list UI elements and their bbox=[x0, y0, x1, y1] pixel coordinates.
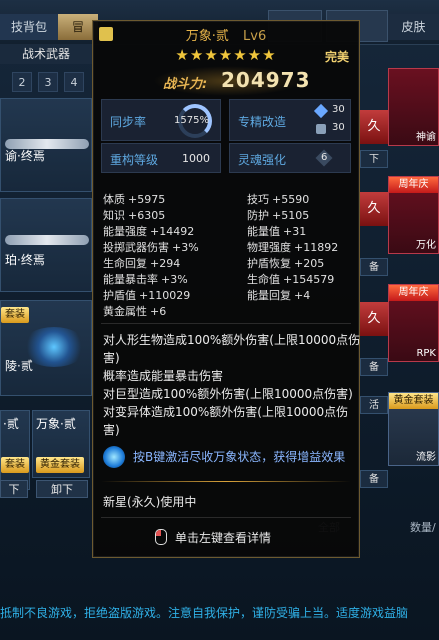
tab-backpack[interactable]: 技背包 bbox=[0, 14, 58, 40]
subtab-tactical-weapon[interactable]: 战术武器 bbox=[0, 44, 92, 64]
duration-badge: 久 bbox=[360, 302, 388, 336]
quantity-label: 数量/ bbox=[410, 521, 436, 534]
stat-row: 生命回复 +294 bbox=[103, 257, 181, 270]
activate-skill-icon bbox=[103, 446, 125, 468]
stat-row: 物理强度 +11892 bbox=[247, 241, 339, 254]
shop-card-ribbon: 黄金套装 bbox=[389, 393, 438, 409]
power-label: 战斗力: bbox=[163, 77, 208, 92]
specialization-box[interactable]: 专精改造 30 30 bbox=[229, 99, 351, 141]
side-button[interactable]: 备 bbox=[360, 358, 388, 376]
activate-hint: 按B键激活尽收万象状态，获得增益效果 bbox=[133, 450, 346, 464]
weapon-name: 谕·终焉 bbox=[5, 149, 45, 163]
glow-divider bbox=[101, 481, 351, 482]
stat-row: 黄金属性 +6 bbox=[103, 305, 167, 318]
weapon-image bbox=[5, 235, 89, 245]
star-rating: ★★★★★★★ bbox=[175, 46, 277, 64]
set-tag: 黄金套装 bbox=[36, 457, 84, 473]
stat-row: 防护 +5105 bbox=[247, 209, 310, 222]
power-value: 204973 bbox=[221, 68, 311, 92]
weapon-card-2[interactable]: 珀·终焉 bbox=[0, 198, 92, 292]
spec-value-2: 30 bbox=[332, 122, 345, 133]
unequip-button-1[interactable]: 下 bbox=[0, 480, 28, 498]
tab-skin[interactable]: 皮肤 bbox=[388, 14, 439, 40]
sync-rate-value: 1575% bbox=[174, 115, 209, 126]
anti-addiction-notice: 抵制不良游戏，拒绝盗版游戏。注意自我保护，谨防受骗上当。适度游戏益脑 bbox=[0, 606, 409, 620]
weapon-name: 陵·贰 bbox=[5, 359, 33, 373]
shop-card-4[interactable]: 黄金套装 流影 bbox=[388, 392, 439, 466]
stat-row: 体质 +5975 bbox=[103, 193, 166, 206]
quality-badge: 完美 bbox=[324, 50, 349, 64]
side-button[interactable]: 下 bbox=[360, 150, 388, 168]
shop-card-label: 流影 bbox=[416, 452, 436, 463]
stat-row: 技巧 +5590 bbox=[247, 193, 310, 206]
divider bbox=[101, 517, 351, 518]
effect-line: 概率造成能量暴击伤害 bbox=[103, 369, 224, 383]
effect-line: 对巨型造成100%额外伤害(上限10000点伤害) bbox=[103, 387, 353, 401]
reforge-box[interactable]: 重构等级 1000 bbox=[101, 143, 221, 173]
item-title: 万象·贰 Lv6 bbox=[93, 25, 359, 44]
card-name: ·贰 bbox=[3, 417, 19, 431]
stat-row: 投掷武器伤害 +3% bbox=[103, 241, 199, 254]
reforge-value: 1000 bbox=[182, 152, 210, 165]
soul-value: 6 bbox=[321, 152, 328, 163]
weapon-name: 珀·终焉 bbox=[5, 253, 45, 267]
bottom-card-1[interactable]: ·贰 套装 bbox=[0, 410, 30, 490]
stat-row: 护盾值 +110029 bbox=[103, 289, 191, 302]
quick-slot-2[interactable]: 2 bbox=[12, 72, 32, 92]
item-tooltip: 万象·贰 Lv6 ★★★★★★★ 完美 战斗力: 204973 同步率 1575… bbox=[92, 20, 360, 558]
quick-slot-3[interactable]: 3 bbox=[38, 72, 58, 92]
stat-row: 能量强度 +14492 bbox=[103, 225, 195, 238]
effect-line: 对人形生物造成100%额外伤害(上限10000点伤 bbox=[103, 333, 361, 347]
weapon-card-1[interactable]: 谕·终焉 bbox=[0, 98, 92, 192]
card-name: 万象·贰 bbox=[36, 417, 76, 431]
stat-row: 能量暴击率 +3% bbox=[103, 273, 188, 286]
duration-badge: 久 bbox=[360, 192, 388, 226]
quick-slot-bar: 2 3 4 bbox=[0, 72, 92, 92]
effect-line: 害) bbox=[103, 423, 120, 437]
stat-row: 护盾恢复 +205 bbox=[247, 257, 325, 270]
divider bbox=[101, 323, 351, 324]
soul-box[interactable]: 灵魂强化 6 bbox=[229, 143, 351, 173]
effect-line: 害) bbox=[103, 351, 120, 365]
item-level: Lv6 bbox=[243, 29, 267, 44]
shop-card-label: RPK bbox=[416, 348, 436, 359]
shop-card-label: 神谕 bbox=[416, 132, 436, 143]
stat-row: 知识 +6305 bbox=[103, 209, 166, 222]
shop-card-ribbon: 周年庆 bbox=[389, 177, 438, 193]
spec-value-1: 30 bbox=[332, 104, 345, 115]
duration-badge: 久 bbox=[360, 110, 388, 144]
shield-icon bbox=[316, 124, 326, 134]
effect-line: 对变异体造成100%额外伤害(上限10000点伤 bbox=[103, 405, 349, 419]
shop-card-2[interactable]: 周年庆 万化 bbox=[388, 176, 439, 254]
side-button[interactable]: 活 bbox=[360, 396, 388, 414]
unequip-button-2[interactable]: 卸下 bbox=[36, 480, 88, 498]
item-name: 万象·贰 bbox=[185, 29, 229, 44]
set-tag: 套装 bbox=[1, 307, 29, 323]
side-button[interactable]: 备 bbox=[360, 258, 388, 276]
stat-row: 能量值 +31 bbox=[247, 225, 307, 238]
side-button[interactable]: 备 bbox=[360, 470, 388, 488]
quick-slot-4[interactable]: 4 bbox=[64, 72, 84, 92]
bottom-card-2[interactable]: 万象·贰 黄金套装 bbox=[32, 410, 90, 478]
weapon-card-3[interactable]: 套装 陵·贰 bbox=[0, 300, 92, 396]
stat-row: 生命值 +154579 bbox=[247, 273, 335, 286]
shop-card-label: 万化 bbox=[416, 240, 436, 251]
shop-card-ribbon: 周年庆 bbox=[389, 285, 438, 301]
specialization-label: 专精改造 bbox=[238, 115, 287, 129]
set-tag: 套装 bbox=[1, 457, 29, 473]
reforge-label: 重构等级 bbox=[110, 153, 159, 167]
soul-label: 灵魂强化 bbox=[238, 153, 287, 167]
shop-card-3[interactable]: 周年庆 RPK bbox=[388, 284, 439, 362]
shop-card-1[interactable]: 神谕 bbox=[388, 68, 439, 146]
stat-row: 能量回复 +4 bbox=[247, 289, 311, 302]
view-details-hint: 单击左键查看详情 bbox=[175, 531, 272, 545]
mouse-left-click-icon bbox=[155, 529, 167, 545]
sword-icon bbox=[313, 103, 329, 119]
sync-rate-label: 同步率 bbox=[110, 115, 147, 129]
nova-status: 新星(永久)使用中 bbox=[103, 495, 197, 509]
sync-rate-box[interactable]: 同步率 1575% bbox=[101, 99, 221, 141]
